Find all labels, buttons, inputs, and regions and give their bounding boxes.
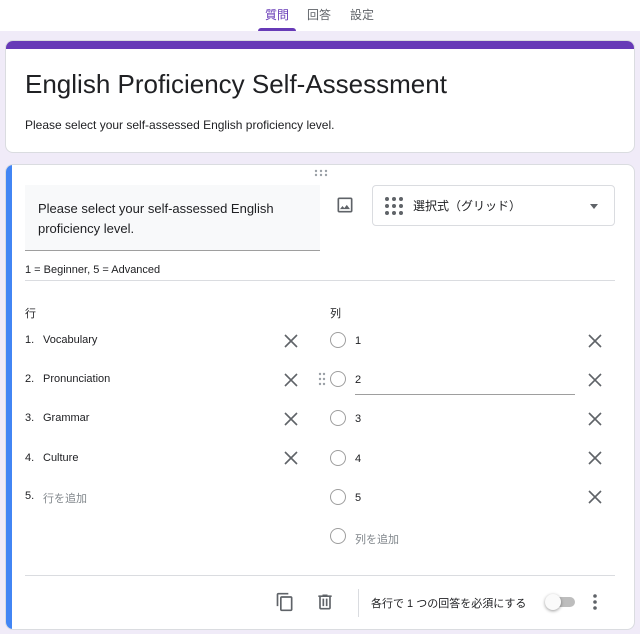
drag-handle-icon[interactable] bbox=[314, 169, 328, 177]
footer-divider bbox=[25, 575, 615, 576]
remove-row-close-icon[interactable] bbox=[283, 333, 299, 349]
active-card-indicator bbox=[6, 165, 12, 629]
require-one-per-row-label: 各行で 1 つの回答を必須にする bbox=[371, 598, 527, 610]
question-type-label: 選択式（グリッド） bbox=[413, 199, 522, 213]
question-type-dropdown[interactable]: 選択式（グリッド） bbox=[372, 185, 615, 226]
grid-column-item[interactable]: 5 bbox=[330, 488, 614, 510]
row-label-input[interactable]: Grammar bbox=[43, 412, 89, 424]
remove-column-close-icon[interactable] bbox=[587, 411, 603, 427]
add-column-button[interactable]: 列を追加 bbox=[355, 531, 399, 547]
row-number: 1. bbox=[25, 334, 35, 346]
radio-placeholder-icon bbox=[330, 371, 346, 387]
rows-header: 行 bbox=[25, 308, 36, 320]
grid-row-item[interactable]: 4. Culture bbox=[25, 449, 305, 469]
remove-column-close-icon[interactable] bbox=[587, 450, 603, 466]
tab-questions[interactable]: 質問 bbox=[258, 0, 296, 31]
footer-vertical-divider bbox=[358, 589, 359, 617]
remove-column-close-icon[interactable] bbox=[587, 372, 603, 388]
grid-column-item[interactable]: 4 bbox=[330, 449, 614, 471]
add-column-item[interactable]: 列を追加 bbox=[330, 527, 614, 549]
title-card-accent bbox=[6, 41, 634, 49]
grid-column-item[interactable]: 2 bbox=[330, 370, 614, 395]
toggle-knob bbox=[545, 594, 561, 610]
column-label-input[interactable]: 1 bbox=[355, 335, 361, 347]
more-vert-icon[interactable] bbox=[587, 592, 603, 612]
grid-dots-icon bbox=[385, 197, 403, 215]
columns-header: 列 bbox=[330, 308, 341, 320]
question-title-input[interactable]: Please select your self-assessed English… bbox=[25, 185, 320, 251]
column-label-input[interactable]: 4 bbox=[355, 453, 361, 465]
remove-row-close-icon[interactable] bbox=[283, 411, 299, 427]
question-card[interactable]: Please select your self-assessed English… bbox=[5, 164, 635, 630]
form-title[interactable]: English Proficiency Self-Assessment bbox=[25, 69, 447, 100]
add-image-icon[interactable] bbox=[335, 195, 355, 215]
remove-column-close-icon[interactable] bbox=[587, 489, 603, 505]
add-row-item[interactable]: 5. 行を追加 bbox=[25, 487, 305, 507]
radio-placeholder-icon bbox=[330, 332, 346, 348]
tab-responses[interactable]: 回答 bbox=[302, 0, 336, 31]
drag-handle-icon[interactable] bbox=[318, 372, 326, 386]
duplicate-copy-icon[interactable] bbox=[275, 592, 295, 612]
radio-placeholder-icon bbox=[330, 410, 346, 426]
remove-row-close-icon[interactable] bbox=[283, 372, 299, 388]
row-label-input[interactable]: Culture bbox=[43, 452, 78, 464]
grid-row-item[interactable]: 2. Pronunciation bbox=[25, 370, 305, 390]
column-label-input[interactable]: 5 bbox=[355, 492, 361, 504]
row-number: 5. bbox=[25, 490, 35, 502]
grid-column-item[interactable]: 1 bbox=[330, 331, 614, 353]
grid-column-item[interactable]: 3 bbox=[330, 409, 614, 431]
radio-placeholder-icon bbox=[330, 489, 346, 505]
remove-row-close-icon[interactable] bbox=[283, 450, 299, 466]
top-tab-bar: 質問 回答 設定 bbox=[0, 0, 640, 31]
delete-trash-icon[interactable] bbox=[315, 592, 335, 612]
remove-column-close-icon[interactable] bbox=[587, 333, 603, 349]
tab-settings[interactable]: 設定 bbox=[344, 0, 380, 31]
row-number: 4. bbox=[25, 452, 35, 464]
radio-placeholder-icon bbox=[330, 450, 346, 466]
form-description[interactable]: Please select your self-assessed English… bbox=[25, 118, 334, 132]
form-title-card[interactable]: English Proficiency Self-Assessment Plea… bbox=[5, 40, 635, 153]
add-row-button[interactable]: 行を追加 bbox=[43, 490, 87, 506]
column-label-input[interactable]: 2 bbox=[355, 374, 361, 386]
grid-row-item[interactable]: 1. Vocabulary bbox=[25, 331, 305, 351]
row-number: 2. bbox=[25, 373, 35, 385]
row-label-input[interactable]: Pronunciation bbox=[43, 373, 110, 385]
question-description-input[interactable]: 1 = Beginner, 5 = Advanced bbox=[25, 264, 615, 281]
row-label-input[interactable]: Vocabulary bbox=[43, 334, 97, 346]
column-label-input[interactable]: 3 bbox=[355, 413, 361, 425]
grid-row-item[interactable]: 3. Grammar bbox=[25, 409, 305, 429]
dropdown-caret-icon bbox=[590, 204, 598, 209]
radio-placeholder-icon bbox=[330, 528, 346, 544]
row-number: 3. bbox=[25, 412, 35, 424]
input-underline bbox=[355, 394, 575, 395]
require-one-per-row-toggle[interactable] bbox=[545, 594, 576, 610]
